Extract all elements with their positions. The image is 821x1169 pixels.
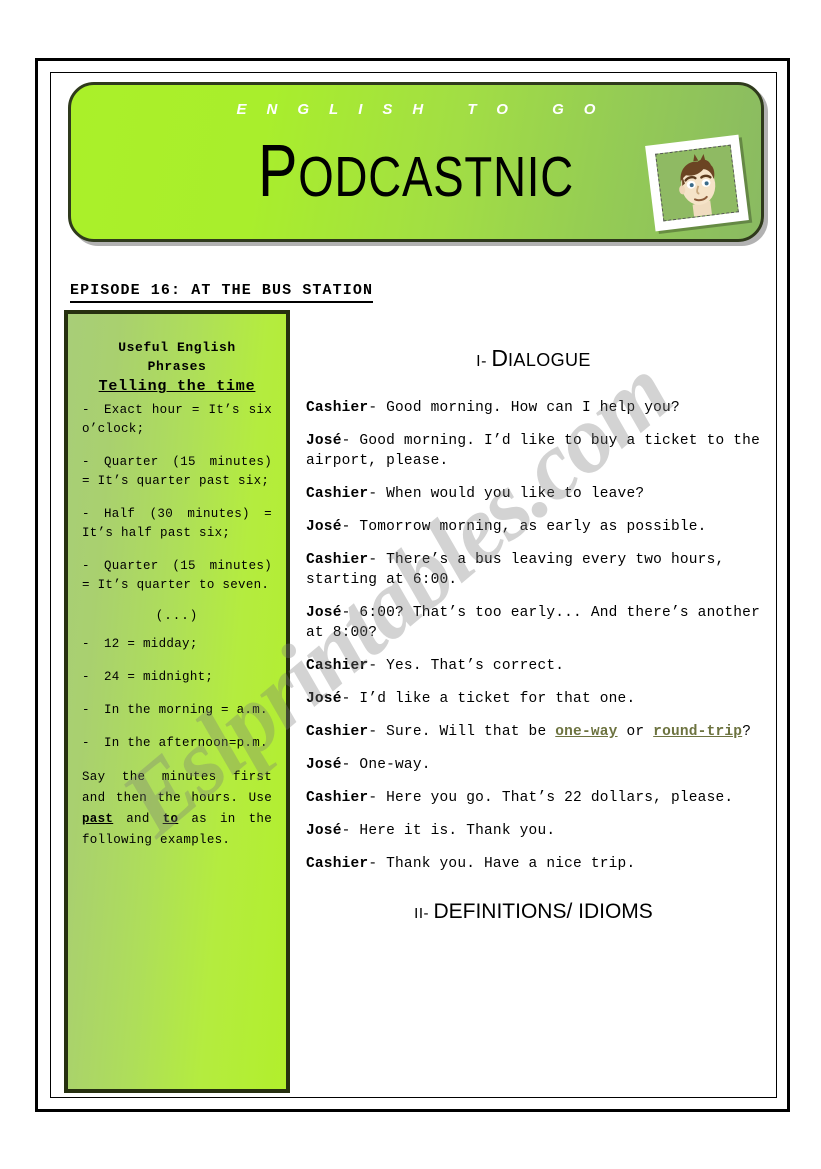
- bullet-dash-icon: -: [82, 507, 90, 521]
- dialogue-line: Cashier- There’s a bus leaving every two…: [306, 550, 761, 590]
- list-item: - Quarter (15 minutes) = It’s quarter pas…: [82, 453, 272, 491]
- useful-phrases-panel: Useful English Phrases Telling the time …: [64, 310, 290, 1093]
- list-item-label: 12 = midday;: [104, 637, 198, 651]
- dialogue-text: - Good morning. How can I help you?: [368, 400, 680, 416]
- dialogue-speaker: José: [306, 757, 342, 773]
- list-item-label: 24 = midnight;: [104, 670, 214, 684]
- list-item: - In the morning = a.m.: [82, 701, 272, 720]
- panel-note-keyword-past: past: [82, 812, 114, 826]
- dialogue-text: - Tomorrow morning, as early as possible…: [341, 519, 707, 535]
- list-item-label: In the afternoon=p.m.: [104, 736, 268, 750]
- dialogue-line: José- 6:00? That’s too early... And ther…: [306, 603, 761, 643]
- panel-note-part2: and: [113, 812, 163, 826]
- definitions-heading-rest: DEFINITIONS/ IDIOMS: [433, 900, 653, 923]
- list-item: - In the afternoon=p.m.: [82, 734, 272, 753]
- dialogue-speaker: Cashier: [306, 658, 369, 674]
- dialogue-line-ticket-type: Cashier- Sure. Will that be one-way or r…: [306, 722, 761, 742]
- list-item: - Half (30 minutes) = It’s half past six;: [82, 505, 272, 543]
- term-round-trip: round-trip: [653, 724, 743, 740]
- dialogue-line: Cashier- Yes. That’s correct.: [306, 656, 761, 676]
- list-item-label: In the morning = a.m.: [104, 703, 268, 717]
- dialogue-speaker: José: [306, 691, 342, 707]
- panel-heading-line2: Phrases: [147, 359, 207, 374]
- bullet-dash-icon: -: [82, 736, 90, 750]
- header-banner: ENGLISH TO GO PODCASTNIC: [68, 82, 764, 242]
- dialogue-text: - Here you go. That’s 22 dollars, please…: [368, 790, 734, 806]
- dialogue-text: - Yes. That’s correct.: [368, 658, 565, 674]
- page-title-initial: P: [257, 129, 299, 212]
- dialogue-line: José- One-way.: [306, 755, 761, 775]
- list-item: - Exact hour = It’s six o’clock;: [82, 401, 272, 439]
- dialogue-speaker: Cashier: [306, 486, 369, 502]
- dialogue-heading-initial: D: [491, 345, 509, 371]
- dialogue-text: - One-way.: [341, 757, 431, 773]
- dialogue-speaker: Cashier: [306, 400, 369, 416]
- dialogue-speaker: Cashier: [306, 790, 369, 806]
- panel-note-part1: Say the minutes first and then the hours…: [82, 770, 272, 805]
- bullet-dash-icon: -: [82, 403, 90, 417]
- term-one-way: one-way: [555, 724, 618, 740]
- dialogue-speaker: José: [306, 823, 342, 839]
- banner-kicker-text: ENGLISH TO GO: [236, 101, 616, 118]
- dialogue-text-a: - Sure. Will that be: [368, 724, 556, 740]
- dialogue-text: - When would you like to leave?: [368, 486, 645, 502]
- episode-title: EPISODE 16: AT THE BUS STATION: [70, 282, 374, 303]
- list-item: -12 = midday;: [82, 635, 272, 654]
- dialogue-heading-rest: IALOGUE: [508, 350, 591, 370]
- panel-ellipsis: (...): [155, 609, 199, 623]
- definitions-section-heading: II- DEFINITIONS/ IDIOMS: [306, 900, 761, 924]
- dialogue-speaker: Cashier: [306, 856, 369, 872]
- list-item: -24 = midnight;: [82, 668, 272, 687]
- avatar: [645, 134, 749, 232]
- definitions-heading-numeral: II-: [414, 905, 430, 922]
- cartoon-boy-face-icon: [656, 145, 739, 222]
- panel-note: Say the minutes first and then the hours…: [82, 767, 272, 851]
- list-item-label: Quarter (15 minutes) = It’s quarter to s…: [82, 559, 272, 592]
- dialogue-speaker: José: [306, 433, 342, 449]
- dialogue-speaker: Cashier: [306, 724, 369, 740]
- bullet-dash-icon: -: [82, 559, 90, 573]
- dialogue-text: - Thank you. Have a nice trip.: [368, 856, 636, 872]
- bullet-dash-icon: -: [82, 703, 90, 717]
- dialogue-line: José- Here it is. Thank you.: [306, 821, 761, 841]
- bullet-dash-icon: -: [82, 455, 90, 469]
- dialogue-line: Cashier- Here you go. That’s 22 dollars,…: [306, 788, 761, 808]
- dialogue-line: Cashier- When would you like to leave?: [306, 484, 761, 504]
- page-title: PODCASTNIC: [140, 129, 692, 219]
- panel-note-keyword-to: to: [162, 812, 179, 826]
- dialogue-line: José- Tomorrow morning, as early as poss…: [306, 517, 761, 537]
- content-column: I- DIALOGUE Cashier- Good morning. How c…: [306, 345, 761, 924]
- bullet-dash-icon: -: [82, 637, 90, 651]
- panel-subheading: Telling the time: [98, 378, 256, 395]
- dialogue-line: José- I’d like a ticket for that one.: [306, 689, 761, 709]
- panel-heading-line1: Useful English: [118, 340, 236, 355]
- dialogue-text-c: ?: [742, 724, 752, 740]
- page-title-rest: ODCASTNIC: [298, 145, 575, 209]
- dialogue-text: - I’d like a ticket for that one.: [341, 691, 636, 707]
- dialogue-text-b: or: [617, 724, 654, 740]
- dialogue-text: - Good morning. I’d like to buy a ticket…: [306, 433, 760, 469]
- bullet-dash-icon: -: [82, 670, 90, 684]
- dialogue-heading-numeral: I-: [476, 353, 487, 370]
- dialogue-speaker: José: [306, 605, 342, 621]
- list-item-label: Half (30 minutes) = It’s half past six;: [82, 507, 272, 540]
- dialogue-speaker: Cashier: [306, 552, 369, 568]
- list-item-label: Exact hour = It’s six o’clock;: [82, 403, 272, 436]
- dialogue-line: José- Good morning. I’d like to buy a ti…: [306, 431, 761, 471]
- dialogue-line: Cashier- Thank you. Have a nice trip.: [306, 854, 761, 874]
- dialogue-text: - Here it is. Thank you.: [341, 823, 556, 839]
- dialogue-section-heading: I- DIALOGUE: [306, 345, 761, 372]
- dialogue-text: - There’s a bus leaving every two hours,…: [306, 552, 725, 588]
- list-item: - Quarter (15 minutes) = It’s quarter to …: [82, 557, 272, 595]
- list-item-label: Quarter (15 minutes) = It’s quarter past…: [82, 455, 272, 488]
- avatar-photo: [655, 144, 739, 222]
- dialogue-speaker: José: [306, 519, 342, 535]
- dialogue-line: Cashier- Good morning. How can I help yo…: [306, 398, 761, 418]
- dialogue-text: - 6:00? That’s too early... And there’s …: [306, 605, 760, 641]
